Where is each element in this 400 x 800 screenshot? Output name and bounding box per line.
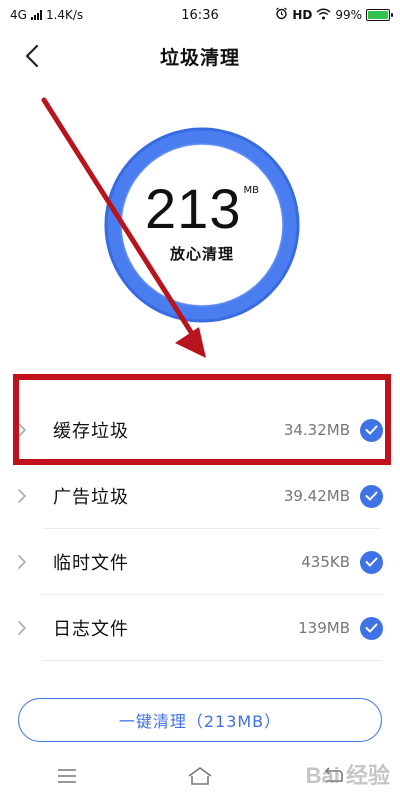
alarm-icon <box>275 7 288 23</box>
chevron-left-icon <box>25 44 39 68</box>
list-item-ad-junk[interactable]: 广告垃圾 39.42MB <box>0 463 400 529</box>
list-item-temp-files[interactable]: 临时文件 435KB <box>0 529 400 595</box>
item-size: 34.32MB <box>283 421 350 439</box>
checkbox-checked-icon[interactable] <box>360 484 383 508</box>
size-row: 213 MB <box>145 176 259 240</box>
checkbox-checked-icon[interactable] <box>360 418 383 442</box>
junk-category-list: 缓存垃圾 34.32MB 广告垃圾 39.42MB 临时文件 435KB 日志文… <box>0 397 400 661</box>
system-nav-bar <box>0 752 400 800</box>
list-item-cache-junk[interactable]: 缓存垃圾 34.32MB <box>0 397 400 463</box>
home-button[interactable] <box>180 761 220 791</box>
back-nav-button[interactable] <box>313 761 353 791</box>
battery-percent: 99% <box>335 8 362 22</box>
header: 垃圾清理 <box>0 30 400 82</box>
chevron-right-icon <box>18 489 27 503</box>
checkbox-checked-icon[interactable] <box>360 616 383 640</box>
back-button[interactable] <box>18 42 46 70</box>
junk-size-value: 213 <box>145 176 242 240</box>
ring-caption: 放心清理 <box>169 244 234 263</box>
junk-size-unit: MB <box>243 184 259 196</box>
network-speed: 1.4K/s <box>45 8 84 22</box>
signal-icon <box>30 10 42 20</box>
divider <box>42 660 382 661</box>
status-left: 4G 1.4K/s <box>10 8 83 22</box>
battery-fill <box>368 11 388 19</box>
ring-center: 213 MB 放心清理 <box>102 125 302 325</box>
list-item-log-files[interactable]: 日志文件 139MB <box>0 595 400 661</box>
hd-badge: HD <box>292 8 313 22</box>
item-label: 广告垃圾 <box>53 487 129 508</box>
menu-icon <box>57 769 76 783</box>
junk-size-ring: 213 MB 放心清理 <box>102 125 302 325</box>
chevron-right-icon <box>18 555 27 569</box>
home-icon <box>188 767 212 785</box>
checkbox-checked-icon[interactable] <box>360 550 383 574</box>
item-size: 435KB <box>301 553 350 571</box>
network-type: 4G <box>10 8 27 22</box>
chevron-right-icon <box>18 423 27 437</box>
item-label: 缓存垃圾 <box>53 421 129 442</box>
menu-button[interactable] <box>47 761 87 791</box>
page-title: 垃圾清理 <box>159 46 240 69</box>
item-size: 139MB <box>298 619 350 637</box>
item-size: 39.42MB <box>283 487 350 505</box>
status-right: HD 99% <box>275 7 393 23</box>
item-label: 临时文件 <box>53 553 129 574</box>
item-label: 日志文件 <box>53 619 129 640</box>
wifi-icon <box>316 8 331 23</box>
back-icon <box>325 767 344 782</box>
chevron-right-icon <box>18 621 27 635</box>
one-tap-clean-button[interactable]: 一键清理（213MB） <box>18 698 382 742</box>
status-bar: 4G 1.4K/s 16:36 HD 99% <box>0 0 400 30</box>
battery-icon <box>366 9 393 21</box>
